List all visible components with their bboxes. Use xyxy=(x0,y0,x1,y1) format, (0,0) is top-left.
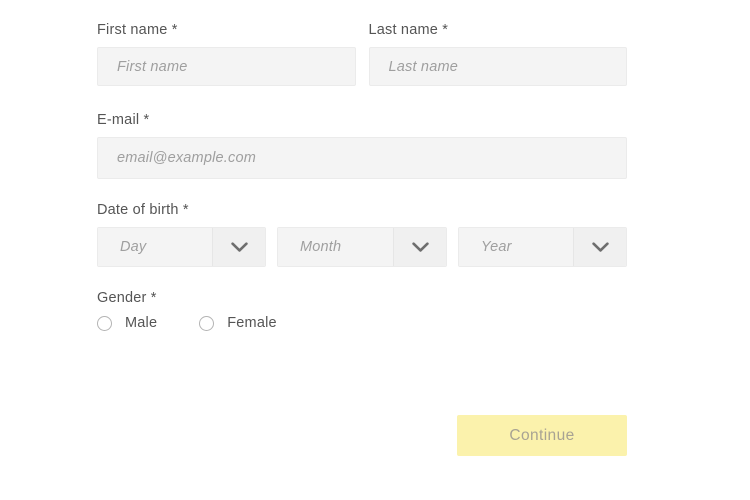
name-inputs-row: First name Last name xyxy=(97,47,627,86)
gender-option-male-label: Male xyxy=(125,315,158,331)
last-name-input[interactable]: Last name xyxy=(368,47,627,86)
spacer-after-names xyxy=(97,86,627,112)
gender-radio-group: Male Female xyxy=(97,315,627,331)
first-name-label: First name * xyxy=(97,22,178,38)
gender-option-female[interactable]: Female xyxy=(199,315,277,331)
spacer-after-email xyxy=(97,179,627,202)
chevron-down-icon[interactable] xyxy=(212,228,265,266)
spacer-after-dob xyxy=(97,267,627,290)
registration-form: First name * Last name * First name Last… xyxy=(97,22,627,331)
continue-button[interactable]: Continue xyxy=(457,415,627,456)
dob-month-select[interactable]: Month xyxy=(277,227,447,267)
gender-option-male[interactable]: Male xyxy=(97,315,157,331)
dob-month-value: Month xyxy=(278,228,393,266)
chevron-down-icon[interactable] xyxy=(393,228,446,266)
form-actions: Continue xyxy=(97,415,627,456)
dob-year-value: Year xyxy=(459,228,573,266)
dob-day-select[interactable]: Day xyxy=(97,227,266,267)
dob-year-select[interactable]: Year xyxy=(458,227,627,267)
date-of-birth-label: Date of birth * xyxy=(97,202,189,218)
gender-option-female-label: Female xyxy=(227,315,277,331)
name-labels-row: First name * Last name * xyxy=(97,22,627,47)
chevron-down-icon[interactable] xyxy=(573,228,626,266)
date-of-birth-row: Day Month Year xyxy=(97,227,627,267)
radio-icon[interactable] xyxy=(97,315,112,331)
last-name-label: Last name * xyxy=(368,22,449,38)
dob-day-value: Day xyxy=(98,228,212,266)
email-label: E-mail * xyxy=(97,112,150,128)
first-name-input[interactable]: First name xyxy=(97,47,356,86)
gender-label: Gender * xyxy=(97,290,157,306)
email-input[interactable]: email@example.com xyxy=(97,137,627,179)
radio-icon[interactable] xyxy=(199,315,215,331)
